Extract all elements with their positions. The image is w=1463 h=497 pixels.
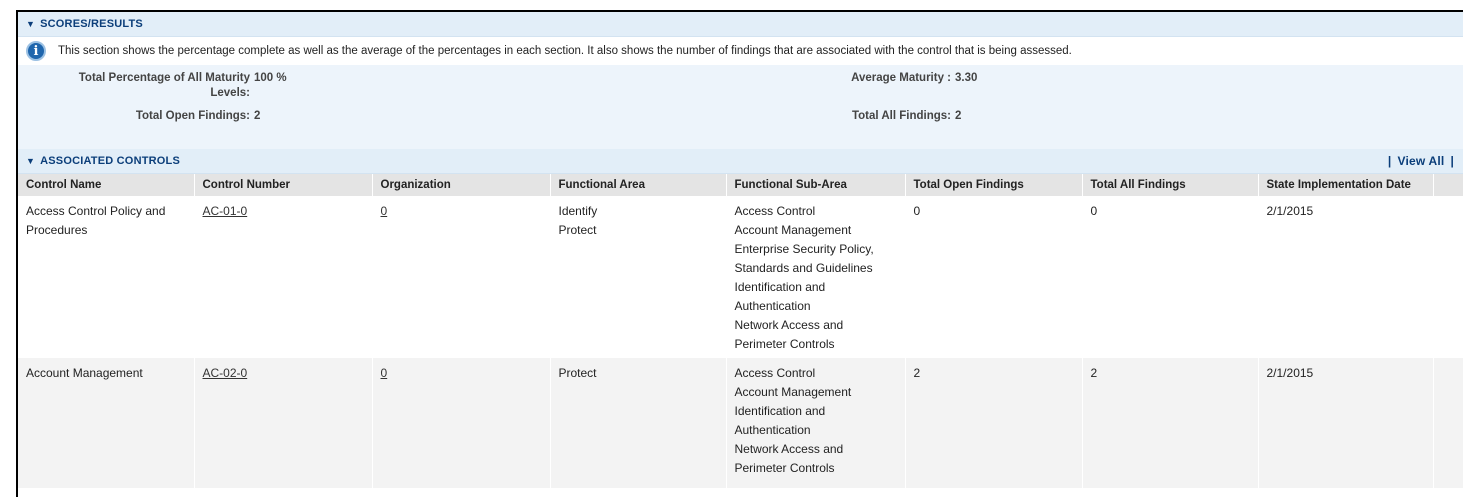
cell-extra (1433, 358, 1463, 488)
cell-implementation-date: 2/1/2015 (1258, 358, 1434, 488)
scores-summary: Total Percentage of All Maturity Levels:… (18, 65, 1463, 139)
all-findings-value: 2 (955, 110, 962, 122)
cell-extra (1433, 196, 1463, 358)
separator: | (1450, 154, 1454, 168)
organization-link[interactable]: 0 (381, 204, 388, 218)
total-percentage-value: 100 % (254, 72, 287, 84)
sub-area-item: Account Management (734, 385, 852, 399)
view-all-links: | View All | (1385, 154, 1457, 168)
sub-area-item: Account Management (734, 223, 852, 237)
column-header-control-name[interactable]: Control Name (18, 174, 195, 196)
table-row: Account Management AC-02-0 0 Protect Acc… (18, 358, 1463, 488)
cell-control-number: AC-02-0 (194, 358, 373, 488)
all-findings-label: Total All Findings: (851, 110, 951, 122)
cell-control-name: Account Management (18, 358, 195, 488)
controls-section-header[interactable]: ▼ ASSOCIATED CONTROLS | View All | (18, 149, 1463, 174)
column-header-functional-area[interactable]: Functional Area (550, 174, 727, 196)
cell-functional-sub-area: Access Control Account Management Identi… (726, 358, 906, 488)
column-header-state-implementation-date[interactable]: State Implementation Date (1258, 174, 1434, 196)
sub-area-item: Access Control (734, 204, 816, 218)
cell-control-number: AC-01-0 (194, 196, 373, 358)
sub-area-item: Access Control (734, 366, 816, 380)
info-row: i This section shows the percentage comp… (18, 37, 1463, 65)
sub-area-item: Identification and Authentication (734, 404, 826, 437)
scores-section-header[interactable]: ▼ SCORES/RESULTS (18, 12, 1463, 37)
view-all-link[interactable]: View All (1397, 154, 1444, 168)
average-maturity-value: 3.30 (955, 72, 978, 84)
main-panel: ▼ SCORES/RESULTS i This section shows th… (16, 10, 1463, 497)
total-percentage-label: Total Percentage of All Maturity Levels: (78, 72, 250, 99)
cell-implementation-date: 2/1/2015 (1258, 196, 1434, 358)
collapse-triangle-icon[interactable]: ▼ (26, 19, 35, 29)
cell-open-findings: 2 (905, 358, 1083, 488)
controls-section-title: ASSOCIATED CONTROLS (40, 155, 180, 167)
cell-open-findings: 0 (905, 196, 1083, 358)
open-findings-value: 2 (254, 110, 261, 122)
open-findings-label: Total Open Findings: (135, 110, 250, 122)
column-header-control-number[interactable]: Control Number (194, 174, 373, 196)
info-icon: i (26, 41, 46, 61)
column-header-total-open-findings[interactable]: Total Open Findings (905, 174, 1083, 196)
sub-area-item: Enterprise Security Policy, Standards an… (734, 242, 874, 275)
control-number-link[interactable]: AC-01-0 (203, 204, 248, 218)
column-header-organization[interactable]: Organization (372, 174, 551, 196)
scores-section-title: SCORES/RESULTS (40, 18, 143, 30)
table-row: Access Control Policy and Procedures AC-… (18, 196, 1463, 358)
section-gap (18, 139, 1463, 149)
average-maturity-label: Average Maturity : (851, 72, 951, 84)
sub-area-item: Network Access and Perimeter Controls (734, 442, 844, 475)
cell-organization: 0 (372, 358, 551, 488)
cell-functional-area: Protect (550, 358, 727, 488)
sub-area-item: Identification and Authentication (734, 280, 826, 313)
separator: | (1387, 154, 1392, 168)
column-header-extra (1433, 174, 1463, 196)
control-number-link[interactable]: AC-02-0 (203, 366, 248, 380)
table-header-row: Control Name Control Number Organization… (18, 174, 1463, 196)
cell-functional-sub-area: Access Control Account Management Enterp… (726, 196, 906, 358)
controls-table: Control Name Control Number Organization… (18, 174, 1463, 488)
cell-control-name: Access Control Policy and Procedures (18, 196, 195, 358)
cell-all-findings: 0 (1082, 196, 1259, 358)
cell-functional-area: Identify Protect (550, 196, 727, 358)
info-text: This section shows the percentage comple… (58, 45, 1072, 57)
cell-all-findings: 2 (1082, 358, 1259, 488)
functional-area-item: Protect (558, 366, 597, 380)
cell-organization: 0 (372, 196, 551, 358)
column-header-functional-sub-area[interactable]: Functional Sub-Area (726, 174, 906, 196)
collapse-triangle-icon[interactable]: ▼ (26, 156, 35, 166)
functional-area-item: Identify (558, 204, 598, 218)
sub-area-item: Network Access and Perimeter Controls (734, 318, 844, 351)
functional-area-item: Protect (558, 223, 597, 237)
organization-link[interactable]: 0 (381, 366, 388, 380)
column-header-total-all-findings[interactable]: Total All Findings (1082, 174, 1259, 196)
